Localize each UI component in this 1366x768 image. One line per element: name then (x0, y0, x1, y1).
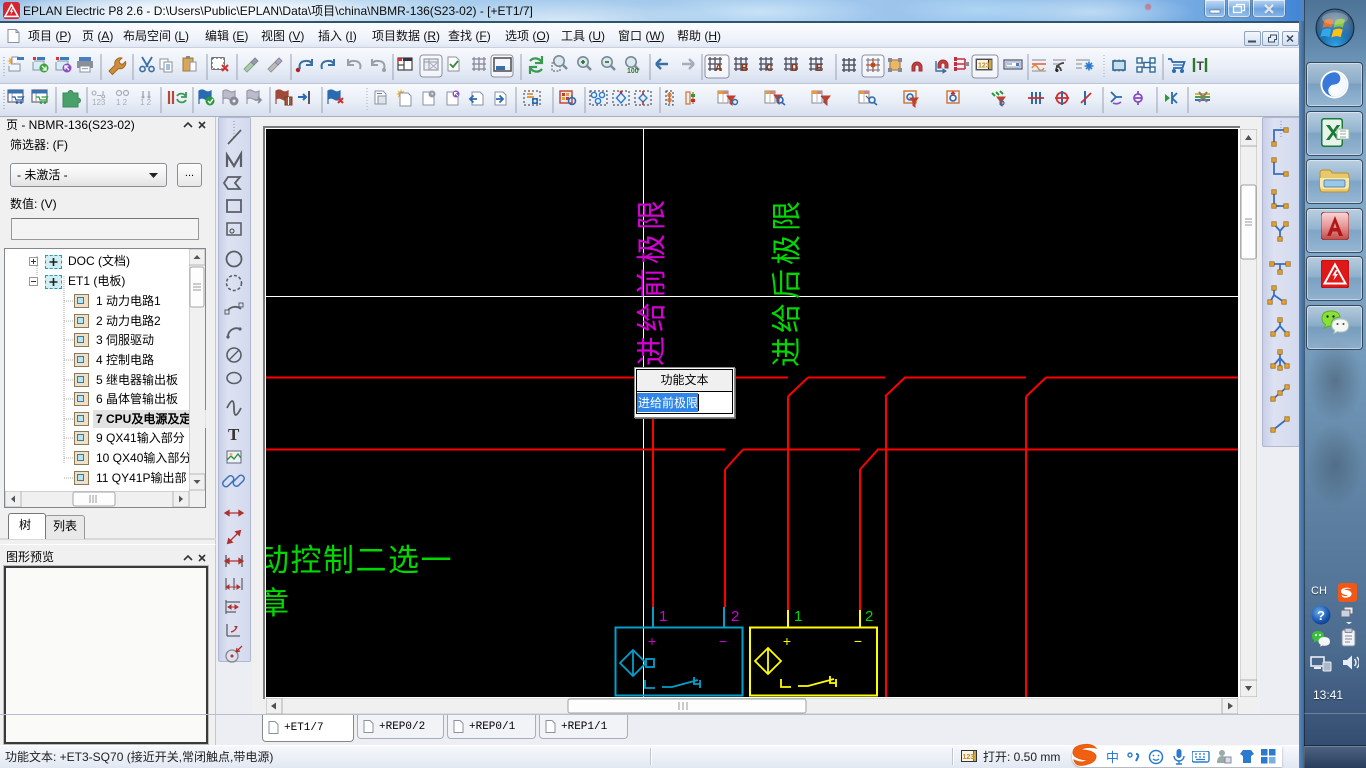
svg-text:1: 1 (659, 608, 667, 625)
svg-text:123: 123 (963, 754, 975, 761)
svg-text:123: 123 (978, 63, 990, 70)
svg-text:C: C (766, 63, 773, 74)
svg-text:2: 2 (731, 608, 739, 625)
svg-text:E: E (816, 63, 823, 74)
svg-text:−: − (854, 633, 862, 649)
svg-text:D: D (791, 63, 798, 74)
svg-text:+: + (648, 633, 656, 649)
svg-text:100: 100 (627, 68, 639, 75)
svg-text:1 2: 1 2 (140, 98, 152, 107)
svg-text:+: + (783, 633, 791, 649)
svg-text:2: 2 (865, 608, 873, 625)
svg-text:1: 1 (794, 608, 802, 625)
svg-text:T: T (1197, 59, 1205, 73)
svg-text:−: − (719, 633, 727, 649)
svg-text:T: T (228, 425, 240, 444)
svg-text:B: B (741, 63, 748, 74)
svg-text:?: ? (1317, 608, 1325, 623)
svg-text:123: 123 (92, 98, 106, 107)
svg-text:1 2: 1 2 (116, 98, 128, 107)
svg-text:A: A (715, 63, 722, 74)
